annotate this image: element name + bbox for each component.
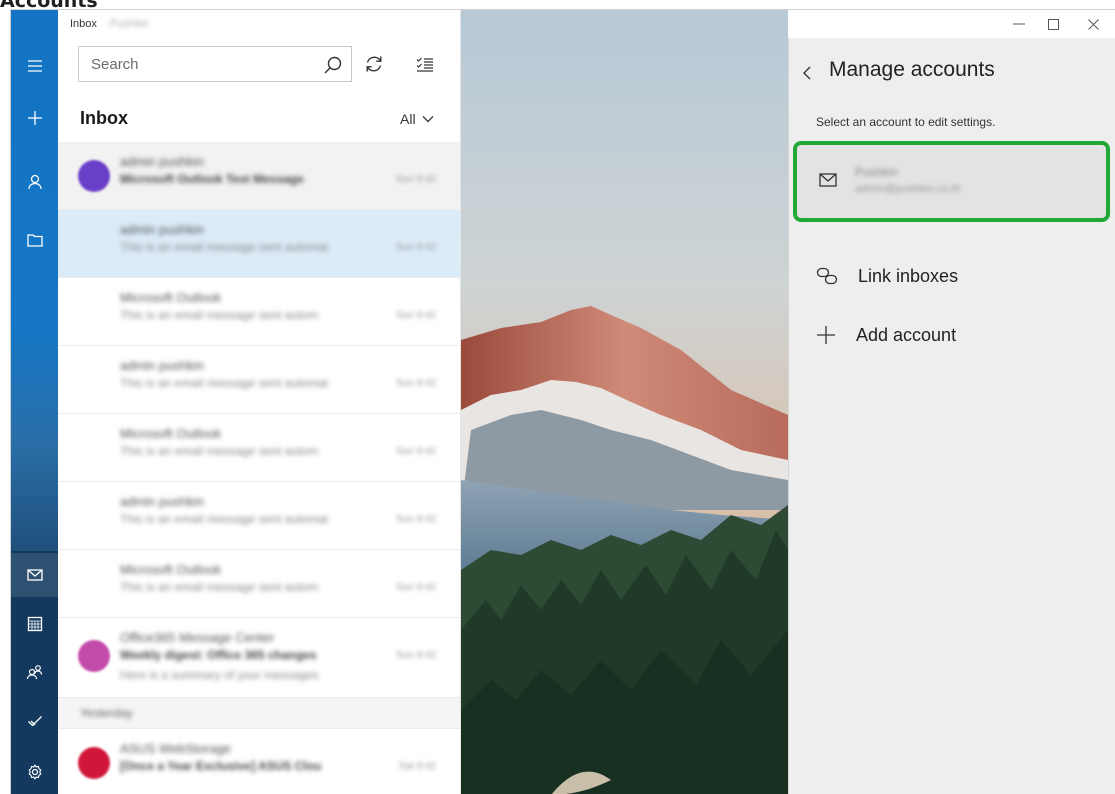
plus-icon — [817, 326, 835, 344]
background-landscape-image — [461, 10, 788, 794]
message-sender: ASUS WebStorage — [120, 741, 232, 756]
people-icon — [26, 665, 42, 680]
message-preview: This is an email message sent automat — [120, 240, 329, 254]
message-subject: Weekly digest: Office 365 changes — [120, 648, 317, 662]
todo-app-button[interactable] — [11, 699, 58, 743]
calendar-app-button[interactable] — [11, 602, 58, 646]
message-item[interactable]: admin pushkin This is an email message s… — [58, 346, 460, 414]
gear-icon — [27, 764, 42, 780]
new-mail-button[interactable] — [11, 96, 58, 140]
message-item[interactable]: Office365 Message Center Weekly digest: … — [58, 618, 460, 698]
message-item[interactable]: admin pushkin Microsoft Outlook Test Mes… — [58, 142, 460, 210]
message-list: admin pushkin Microsoft Outlook Test Mes… — [58, 142, 460, 794]
message-sender: Office365 Message Center — [120, 630, 275, 645]
message-time: Sun 9:42 — [395, 582, 436, 593]
accounts-button[interactable] — [11, 160, 58, 204]
folder-icon — [26, 234, 43, 247]
back-chevron-icon[interactable] — [803, 66, 811, 85]
add-account-button[interactable]: Add account — [816, 320, 956, 350]
add-account-label: Add account — [856, 324, 957, 345]
message-sender: admin pushkin — [120, 222, 204, 237]
message-preview: Here is a summary of your messages — [120, 668, 319, 682]
nav-rail — [11, 10, 58, 794]
hamburger-icon[interactable] — [11, 44, 58, 88]
message-item[interactable]: ASUS WebStorage [Once a Year Exclusive] … — [58, 729, 460, 794]
window-title-account: Pushkin — [110, 18, 150, 30]
filter-label: All — [400, 111, 416, 127]
message-time: Sun 9:42 — [395, 174, 436, 185]
plus-icon — [27, 111, 42, 125]
message-time: Sun 9:42 — [395, 242, 436, 253]
folder-heading: Inbox — [80, 108, 128, 128]
message-item[interactable]: Microsoft Outlook This is an email messa… — [58, 550, 460, 618]
maximize-icon — [1047, 18, 1059, 30]
search-input[interactable]: Search — [78, 46, 352, 82]
link-inboxes-label: Link inboxes — [858, 265, 959, 286]
message-subject: [Once a Year Exclusive] ASUS Clou — [120, 759, 322, 773]
account-name: Pushkin — [855, 165, 898, 179]
caption-text: Accounts — [0, 0, 98, 9]
link-inboxes-button[interactable]: Link inboxes — [816, 261, 958, 291]
message-sender: Microsoft Outlook — [120, 290, 222, 305]
search-icon[interactable] — [323, 55, 343, 80]
search-placeholder: Search — [91, 56, 139, 73]
filter-dropdown[interactable]: All — [400, 111, 434, 127]
close-icon — [1087, 18, 1099, 30]
panel-subtitle: Select an account to edit settings. — [816, 115, 996, 129]
screenshot-caption: Accounts — [0, 0, 1115, 9]
person-icon — [27, 174, 42, 190]
message-sender: admin pushkin — [120, 494, 204, 509]
account-email: admin@pushkin.co.th — [855, 183, 961, 195]
chevron-down-icon — [422, 116, 434, 123]
message-preview: This is an email message sent automat — [120, 512, 329, 526]
mail-app-button[interactable] — [11, 553, 58, 597]
calendar-icon — [27, 616, 42, 632]
message-preview: This is an email message sent automat — [120, 376, 329, 390]
message-list-pane: Inbox Pushkin Search Inbox All admin pus… — [58, 10, 461, 794]
select-mode-icon[interactable] — [416, 56, 434, 77]
panel-title: Manage accounts — [829, 58, 995, 81]
message-sender: admin pushkin — [120, 358, 204, 373]
avatar — [78, 640, 110, 672]
message-subject: Microsoft Outlook Test Message — [120, 172, 304, 186]
message-time: Sat 9:42 — [398, 761, 436, 772]
avatar — [78, 160, 110, 192]
message-sender: admin pushkin — [120, 154, 204, 169]
message-item-selected[interactable]: admin pushkin This is an email message s… — [58, 210, 460, 278]
message-time: Sun 9:42 — [395, 514, 436, 525]
avatar — [78, 747, 110, 779]
message-preview: This is an email message sent autom — [120, 444, 319, 458]
message-time: Sun 9:42 — [395, 310, 436, 321]
date-group-label: Yesterday — [80, 706, 133, 720]
account-item[interactable]: Pushkin admin@pushkin.co.th — [793, 141, 1110, 222]
message-sender: Microsoft Outlook — [120, 562, 222, 577]
message-item[interactable]: Microsoft Outlook This is an email messa… — [58, 414, 460, 482]
window-title: Inbox — [70, 18, 97, 30]
mail-icon — [26, 569, 43, 581]
todo-icon — [27, 716, 42, 727]
close-button[interactable] — [1070, 10, 1115, 38]
message-item[interactable]: admin pushkin This is an email message s… — [58, 482, 460, 550]
minimize-icon — [1013, 23, 1025, 25]
message-item[interactable]: Microsoft Outlook This is an email messa… — [58, 278, 460, 346]
date-group-header: Yesterday — [58, 698, 460, 729]
message-preview: This is an email message sent autom — [120, 308, 319, 322]
message-preview: This is an email message sent autom — [120, 580, 319, 594]
link-icon — [816, 267, 838, 285]
message-sender: Microsoft Outlook — [120, 426, 222, 441]
sync-icon[interactable] — [364, 54, 384, 79]
folders-button[interactable] — [11, 218, 58, 262]
message-time: Sun 9:42 — [395, 378, 436, 389]
mail-window: Inbox Pushkin Search Inbox All admin pus… — [10, 9, 1115, 794]
mail-icon — [819, 173, 837, 192]
message-time: Sun 9:42 — [395, 650, 436, 661]
settings-button[interactable] — [11, 750, 58, 794]
people-app-button[interactable] — [11, 650, 58, 694]
manage-accounts-panel: Manage accounts Select an account to edi… — [788, 38, 1115, 794]
message-time: Sun 9:42 — [395, 446, 436, 457]
